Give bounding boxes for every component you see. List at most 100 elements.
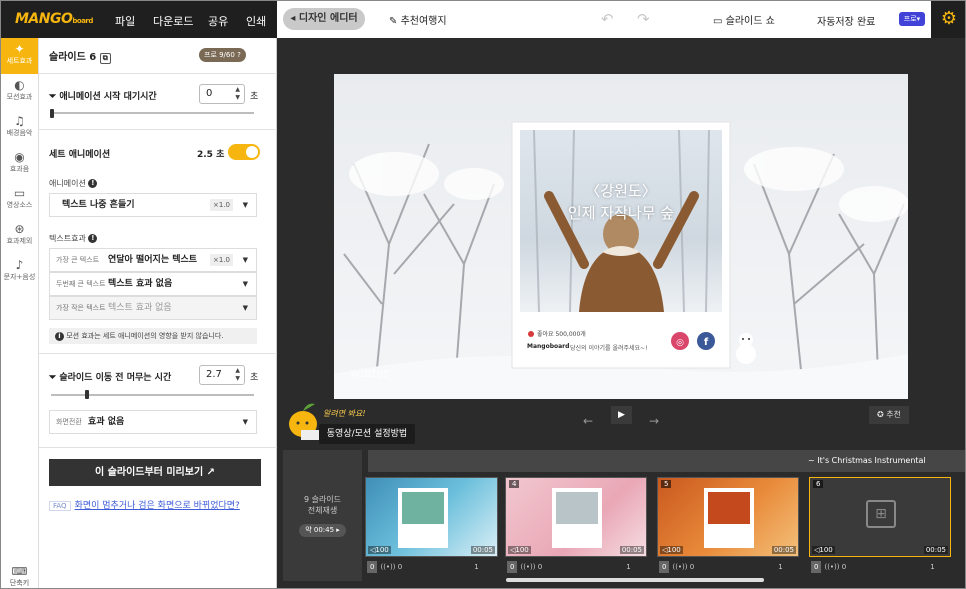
wait-time-label: ⏷ 애니메이션 시작 대기시간 [49,92,157,102]
slide-title: 슬라이드 6 ⧉ [49,48,111,64]
undo-icon[interactable]: ↶ [601,10,614,28]
info-icon[interactable]: ! [88,179,98,188]
set-effect-icon: ✦ [14,42,25,56]
music-icon: ♫ [14,114,25,128]
account-text[interactable]: Mangoboard [527,343,569,350]
motion-guide-button[interactable]: 동영상/모션 설정방법 [319,424,415,444]
motion-note: i 모션 효과는 세트 애니메이션의 영향을 받지 않습니다. [49,328,257,344]
slide-controls[interactable]: 0 ((•)) 01 [659,561,783,573]
set-animation-value: 2.5 초 [197,150,225,160]
top-bar: MANGOboard 파일 다운로드 공유 인쇄 ◂ 디자인 에디터 ✎ 추천여… [1,1,965,38]
wait-slider-handle[interactable] [50,109,54,118]
menu-share[interactable]: 공유 [208,13,228,29]
slide-title-line1[interactable]: 〈강원도〉 [512,180,730,201]
transition-dropdown[interactable]: 화면전환 효과 없음 ▼ [49,410,257,434]
sound-icon: ◉ [14,150,25,164]
rail-item-motion[interactable]: ◐ 모션효과 [1,74,38,110]
duration-indicator: 00:05 [923,546,948,554]
stay-unit: 초 [250,373,259,383]
star-icon: ✪ [877,410,887,419]
bgm-track[interactable]: ~ It's Christmas Instrumental [368,450,965,472]
help-icon[interactable]: ? [237,51,241,59]
rail-item-effect-exclude[interactable]: ⊛ 효과제외 [1,218,38,254]
pro-count-badge: 프로 9/60 ? [199,48,246,62]
wait-time-stepper[interactable]: 0 ▲ ▼ [199,84,245,104]
stay-slider-handle[interactable] [85,390,89,399]
pencil-icon: ✎ [389,16,401,27]
mango-logo[interactable]: MANGOboard [15,11,93,27]
wait-unit: 초 [250,92,259,102]
slide-thumbnail[interactable]: 5 ◁100 00:05 [657,477,799,557]
info-icon[interactable]: ! [88,234,98,243]
slideshow-button[interactable]: ▭ 슬라이드 쇼 [713,12,775,27]
collapse-icon[interactable]: ⏷ [49,373,59,383]
motion-icon: ◐ [14,78,25,92]
stepper-arrows-icon[interactable]: ▲ ▼ [235,86,240,102]
prev-slide-icon[interactable]: ← [583,414,593,428]
text-effect-second-dropdown[interactable]: 두번째 큰 텍스트 텍스트 효과 없음 ▼ [49,272,257,296]
collapse-icon[interactable]: ⏷ [49,92,59,102]
rail-item-set-effect[interactable]: ✦ 세트효과 [1,38,38,74]
volume-indicator: ◁100 [508,546,531,554]
pro-badge[interactable]: 프로▾ [899,12,925,26]
slide-title-line2[interactable]: 인제 자작나무 숲 [512,202,730,223]
slide-thumbnail-selected[interactable]: 6 ⊞ ◁100 00:05 [809,477,951,557]
text-effect-label: 텍스트효과 ! [49,233,98,244]
settings-gear-icon[interactable]: ⚙ [931,1,965,38]
app-window: MANGOboard 파일 다운로드 공유 인쇄 ◂ 디자인 에디터 ✎ 추천여… [0,0,966,589]
volume-indicator: ◁100 [812,546,835,554]
chevron-down-icon: ▼ [242,201,248,209]
wait-slider-track[interactable] [51,112,254,114]
slide-timeline: ~ It's Christmas Instrumental 9 슬라이드 전체재… [277,446,965,588]
document-title[interactable]: ✎ 추천여행지 [389,12,447,27]
text-effect-largest-dropdown[interactable]: 가장 큰 텍스트 연달아 떨어지는 텍스트 ×1.0 ▼ [49,248,257,272]
faq-link[interactable]: FAQ 화면이 멈추거나 검은 화면으로 바뀌었다면? [49,498,240,511]
stay-time-stepper[interactable]: 2.7 ▲ ▼ [199,365,245,385]
timeline-scrollbar[interactable] [506,578,764,582]
slide-thumbnail[interactable]: ◁100 00:05 [365,477,498,557]
menu-file[interactable]: 파일 [115,13,135,29]
microphone-icon: ♪ [15,258,24,272]
brand-area: MANGOboard 파일 다운로드 공유 인쇄 [1,1,277,38]
rail-item-text-voice[interactable]: ♪ 문자+음성 [1,254,38,290]
volume-indicator: ◁100 [368,546,391,554]
animation-dropdown[interactable]: 텍스트 나중 흔들기 ×1.0 ▼ [49,193,257,217]
mango-mascot-icon [285,400,321,443]
winter-watermark[interactable]: winter [350,366,390,380]
copy-icon[interactable]: ⧉ [99,53,111,64]
rail-item-video-source[interactable]: ▭ 영상소스 [1,182,38,218]
stay-slider-track[interactable] [51,394,254,396]
shortcut-button[interactable]: ⌨ 단축키 [1,565,38,588]
design-editor-button[interactable]: ◂ 디자인 에디터 [283,8,365,30]
redo-icon[interactable]: ↷ [637,10,650,28]
rail-item-sound-effect[interactable]: ◉ 효과음 [1,146,38,182]
svg-text:f: f [704,337,709,348]
slide-controls[interactable]: 0 ((•)) 01 [367,561,479,573]
menu-print[interactable]: 인쇄 [246,13,266,29]
slide-canvas[interactable]: ◎ f 〈강원도〉 인제 자작나무 숲 좋아요 500,000개 Mangobo… [334,74,908,399]
preview-from-slide-button[interactable]: 이 슬라이드부터 미리보기 ↗ [49,459,261,486]
set-animation-toggle[interactable] [228,144,260,160]
play-all-button[interactable]: 9 슬라이드 전체재생 약 00:45 ▸ [283,450,362,581]
chevron-down-icon: ▼ [242,418,248,426]
likes-text[interactable]: 좋아요 500,000개 [537,329,586,338]
duration-indicator: 00:05 [619,546,644,554]
slide-controls[interactable]: 0 ((•)) 01 [507,561,631,573]
slide-number: 6 [813,480,824,488]
autosave-status: 자동저장 완료 [817,17,876,28]
recommend-button[interactable]: ✪ 추천 [869,406,909,424]
slide-controls[interactable]: 0 ((•)) 01 [811,561,935,573]
film-icon: ▭ [13,186,26,200]
stepper-arrows-icon[interactable]: ▲ ▼ [235,367,240,383]
play-icon[interactable]: ▶ [611,406,632,424]
next-slide-icon[interactable]: → [649,414,659,428]
slide-thumbnail[interactable]: 4 ◁100 00:05 [505,477,647,557]
editor-toolbar: ◂ 디자인 에디터 ✎ 추천여행지 ↶ ↷ ▭ 슬라이드 쇼 자동저장 완료 프… [277,1,931,38]
video-placeholder-icon: ⊞ [866,500,896,528]
menu-download[interactable]: 다운로드 [153,13,193,29]
caption-text[interactable]: 당신의 이야기를 올려주세요~! [570,343,648,352]
guide-hint: 알려면 봐요! [323,409,366,418]
text-effect-smallest-dropdown[interactable]: 가장 작은 텍스트 텍스트 효과 없음 ▼ [49,296,257,320]
rail-item-bgm[interactable]: ♫ 배경음악 [1,110,38,146]
monitor-icon: ▭ [713,16,726,27]
